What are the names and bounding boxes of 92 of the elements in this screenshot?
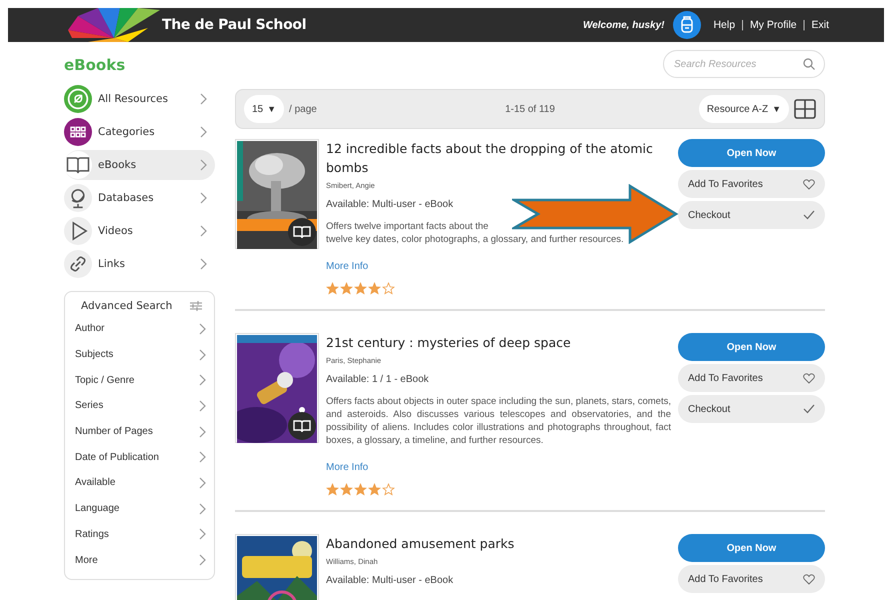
nav-item[interactable]: Categories — [64, 117, 215, 147]
chevron-icon — [198, 426, 206, 438]
backpack-avatar-icon — [673, 11, 702, 39]
header-link[interactable]: My Profile — [750, 19, 797, 31]
checkmark-icon — [803, 210, 815, 220]
sort-dropdown[interactable]: Resource A-Z ▼ — [698, 95, 789, 123]
star-icon — [354, 282, 367, 295]
star-icon — [368, 282, 381, 295]
result-title[interactable]: 12 incredible facts about the dropping of the atomic bombs — [326, 139, 671, 177]
star-icon — [368, 483, 381, 496]
compass-icon — [64, 85, 92, 113]
availability-text: Available: 1 / 1 - eBook — [326, 374, 430, 385]
star-icon — [354, 483, 367, 496]
chevron-icon — [198, 374, 206, 386]
checkmark-icon — [803, 404, 815, 414]
description-text: twelve key dates, color photographs, a glossary, and further resources. — [326, 234, 624, 245]
description-text: Offers twelve important facts about the — [326, 221, 488, 232]
chevron-icon — [198, 348, 206, 361]
chevron-icon — [198, 451, 206, 464]
checkout-button[interactable]: Checkout — [678, 201, 825, 229]
filter-item[interactable]: Ratings — [75, 522, 206, 548]
grid-icon — [64, 118, 92, 146]
sliders-icon — [190, 301, 202, 311]
chevron-icon — [199, 126, 207, 138]
open-now-button[interactable]: Open Now — [678, 333, 825, 361]
chevron-icon — [199, 192, 207, 204]
add-to-favorites-button[interactable]: Add To Favorites — [678, 170, 825, 198]
availability-text: Available: Multi-user - eBook — [326, 575, 454, 586]
star-icon — [326, 282, 339, 295]
globe-icon — [64, 184, 92, 212]
filter-item[interactable]: Number of Pages — [75, 418, 206, 444]
star-icon — [340, 282, 353, 295]
result-range: 1-15 of 119 — [505, 104, 555, 114]
book-icon — [64, 151, 92, 179]
chevron-icon — [199, 258, 207, 270]
filter-item[interactable]: Language — [75, 496, 206, 522]
star-icon — [340, 483, 353, 496]
header-link[interactable]: Exit — [811, 19, 829, 31]
welcome-text: Welcome, husky! — [582, 20, 664, 30]
description-text: Offers facts about objects in outer space including the sun, planets, stars, comets, and asteroids. Also discusses various telescopes and observatories, and the possibility of aliens. Includes color illustrations and photographs throughout, fact boxes, a glossary, a timeline, and further resources. — [326, 395, 671, 447]
heart-icon — [803, 178, 815, 190]
result-title[interactable]: Abandoned amusement parks — [326, 534, 671, 553]
more-info-link[interactable]: More Info — [326, 462, 368, 473]
chevron-icon — [198, 528, 206, 540]
nav-item[interactable]: eBooks — [64, 150, 215, 180]
checkout-button[interactable]: Checkout — [678, 395, 825, 423]
nav-item[interactable]: Links — [64, 249, 215, 279]
availability-text: Available: Multi-user - eBook — [326, 199, 454, 210]
filter-item[interactable]: Available — [75, 470, 206, 496]
chevron-icon — [199, 225, 207, 237]
school-name: The de Paul School — [162, 17, 306, 33]
filter-item[interactable]: Series — [75, 393, 206, 419]
nav-item[interactable]: All Resources — [64, 84, 215, 114]
filter-item[interactable]: Topic / Genre — [75, 367, 206, 394]
chevron-icon — [198, 400, 206, 412]
filter-item[interactable]: More — [75, 547, 206, 573]
separator: | — [802, 19, 806, 31]
per-page-label: / page — [289, 104, 317, 114]
star-icon — [326, 483, 339, 496]
per-page-dropdown[interactable]: 15 ▼ — [244, 95, 284, 123]
nav-item[interactable]: Videos — [64, 216, 215, 246]
panel-title: Advanced Search — [81, 300, 172, 312]
filter-item[interactable]: Date of Publication — [75, 444, 206, 470]
chevron-icon — [198, 554, 206, 566]
open-now-button[interactable]: Open Now — [678, 139, 825, 167]
result-title[interactable]: 21st century : mysteries of deep space — [326, 333, 671, 352]
open-now-button[interactable]: Open Now — [678, 534, 825, 562]
search-icon — [803, 58, 815, 70]
book-icon — [288, 412, 316, 440]
chevron-icon — [199, 159, 207, 171]
play-icon — [64, 217, 92, 245]
chevron-icon — [198, 502, 206, 515]
chevron-icon — [199, 93, 207, 105]
add-to-favorites-button[interactable]: Add To Favorites — [678, 565, 825, 593]
link-icon — [64, 250, 92, 278]
add-to-favorites-button[interactable]: Add To Favorites — [678, 364, 825, 392]
search-field[interactable]: Search Resources — [663, 50, 825, 78]
header-link[interactable]: Help — [713, 19, 736, 31]
star-icon — [382, 282, 395, 295]
filter-item[interactable]: Author — [75, 316, 206, 342]
book-icon — [288, 218, 316, 246]
chevron-icon — [198, 322, 206, 335]
page-title: eBooks — [64, 56, 126, 74]
grid-view-icon[interactable] — [794, 99, 816, 119]
more-info-link[interactable]: More Info — [326, 261, 368, 272]
heart-icon — [803, 574, 815, 584]
filter-item[interactable]: Subjects — [75, 342, 206, 368]
chevron-icon — [198, 476, 206, 489]
separator: | — [741, 19, 744, 31]
nav-item[interactable]: Databases — [64, 183, 215, 213]
heart-icon — [803, 372, 815, 384]
star-icon — [382, 483, 395, 496]
